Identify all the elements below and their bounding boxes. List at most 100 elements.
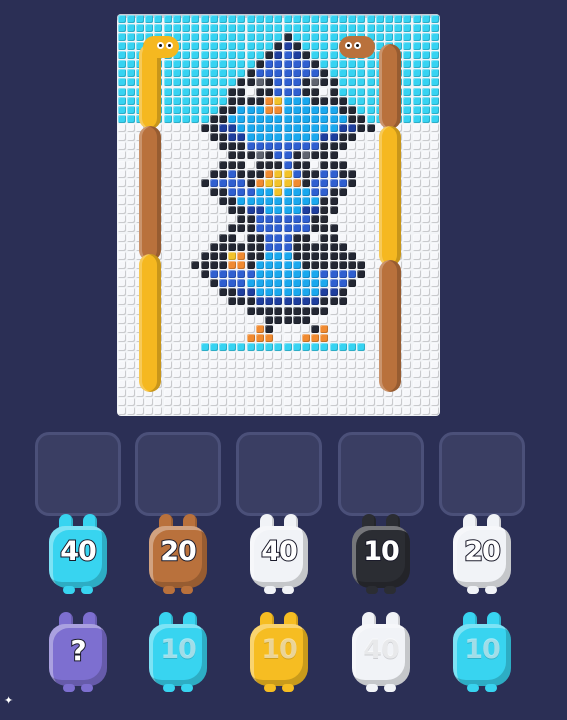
white-pet-icon[interactable]: 40	[246, 514, 312, 594]
pixel-tile	[431, 333, 440, 342]
holding-slot-3[interactable]	[236, 432, 322, 516]
pet-foot	[181, 586, 193, 594]
pixel-tile	[292, 160, 301, 169]
pixel-tile	[348, 178, 357, 187]
pixel-tile	[237, 324, 246, 333]
yellow-snake-right[interactable]	[379, 126, 401, 266]
pixel-tile	[117, 178, 126, 187]
pixel-tile	[255, 279, 264, 288]
pixel-tile	[301, 41, 310, 50]
pixel-tile	[338, 288, 347, 297]
pixel-tile	[255, 69, 264, 78]
pixel-tile	[338, 397, 347, 406]
pixel-tile	[219, 96, 227, 105]
pixel-tile	[182, 114, 191, 123]
yellow-snake-left-head[interactable]	[143, 36, 179, 58]
pixel-tile	[403, 60, 412, 69]
pixel-tile	[283, 361, 292, 370]
pixel-tile	[412, 32, 421, 41]
pixel-tile	[200, 215, 209, 224]
pixel-tile	[255, 133, 264, 142]
pixel-tile	[237, 151, 246, 160]
pixel-tile	[338, 160, 347, 169]
pixel-tile	[219, 352, 227, 361]
pixel-tile	[209, 406, 218, 415]
pixel-tile	[403, 41, 412, 50]
pixel-tile	[182, 370, 191, 379]
pixel-tile	[348, 406, 357, 415]
pixel-tile	[117, 233, 126, 242]
white-pet-icon[interactable]: 20	[449, 514, 515, 594]
yellow-snake-left-lower[interactable]	[139, 254, 161, 392]
pixel-tile	[172, 133, 181, 142]
pixel-tile	[320, 306, 329, 315]
pixel-tile	[357, 142, 366, 151]
pixel-tile	[283, 315, 292, 324]
pixel-tile	[357, 233, 366, 242]
pixel-tile	[182, 251, 191, 260]
pixel-tile	[265, 105, 274, 114]
pixel-tile	[117, 78, 126, 87]
pixel-tile	[191, 32, 200, 41]
pixel-tile	[246, 279, 255, 288]
pixel-tile	[311, 370, 320, 379]
pixel-tile	[283, 23, 292, 32]
pixel-tile	[265, 114, 274, 123]
pixel-tile	[126, 270, 135, 279]
pixel-tile	[172, 151, 181, 160]
pixel-tile	[182, 124, 191, 133]
pixel-tile	[182, 41, 191, 50]
pixel-tile	[200, 370, 209, 379]
pixel-tile	[117, 324, 126, 333]
pixel-tile	[366, 60, 375, 69]
pixel-tile	[126, 169, 135, 178]
holding-slot-2[interactable]	[135, 432, 221, 516]
pixel-tile	[219, 133, 227, 142]
cyan-pet-icon[interactable]: 40	[45, 514, 111, 594]
pixel-tile	[172, 379, 181, 388]
pixel-tile	[228, 279, 237, 288]
holding-slot-5[interactable]	[439, 432, 525, 516]
pixel-tile	[191, 87, 200, 96]
pixel-tile	[357, 251, 366, 260]
pixel-tile	[274, 114, 283, 123]
pixel-tile	[172, 233, 181, 242]
pixel-tile	[403, 14, 412, 23]
pixel-tile	[292, 206, 301, 215]
pixel-tile	[412, 96, 421, 105]
pixel-tile	[237, 105, 246, 114]
pixel-tile	[265, 32, 274, 41]
pixel-tile	[329, 224, 338, 233]
black-pet-icon[interactable]: 10	[348, 514, 414, 594]
pixel-tile	[403, 32, 412, 41]
brown-snake-right-lower[interactable]	[379, 260, 401, 392]
brown-snake-left[interactable]	[139, 126, 161, 261]
pixel-tile	[237, 270, 246, 279]
pixel-tile	[329, 78, 338, 87]
pixel-tile	[274, 288, 283, 297]
pixel-tile	[311, 260, 320, 269]
pixel-tile	[403, 370, 412, 379]
pixel-tile	[274, 87, 283, 96]
pixel-tile	[117, 105, 126, 114]
pixel-tile	[421, 142, 430, 151]
brown-pet-icon[interactable]: 20	[145, 514, 211, 594]
holding-slot-1[interactable]	[35, 432, 121, 516]
pixel-tile	[301, 105, 310, 114]
brown-snake-right[interactable]	[379, 44, 401, 129]
pixel-tile	[191, 352, 200, 361]
pixel-tile	[246, 270, 255, 279]
pixel-tile	[412, 270, 421, 279]
pixel-tile	[403, 343, 412, 352]
pixel-tile	[163, 124, 172, 133]
brown-snake-right-head[interactable]	[339, 36, 375, 58]
holding-slot-4[interactable]	[338, 432, 424, 516]
pixel-tile	[283, 124, 292, 133]
pixel-tile	[329, 379, 338, 388]
pixel-tile	[228, 160, 237, 169]
pixel-tile	[366, 14, 375, 23]
pixel-tile	[228, 69, 237, 78]
pixel-tile	[421, 60, 430, 69]
pixel-tile	[366, 297, 375, 306]
pixel-tile	[403, 178, 412, 187]
